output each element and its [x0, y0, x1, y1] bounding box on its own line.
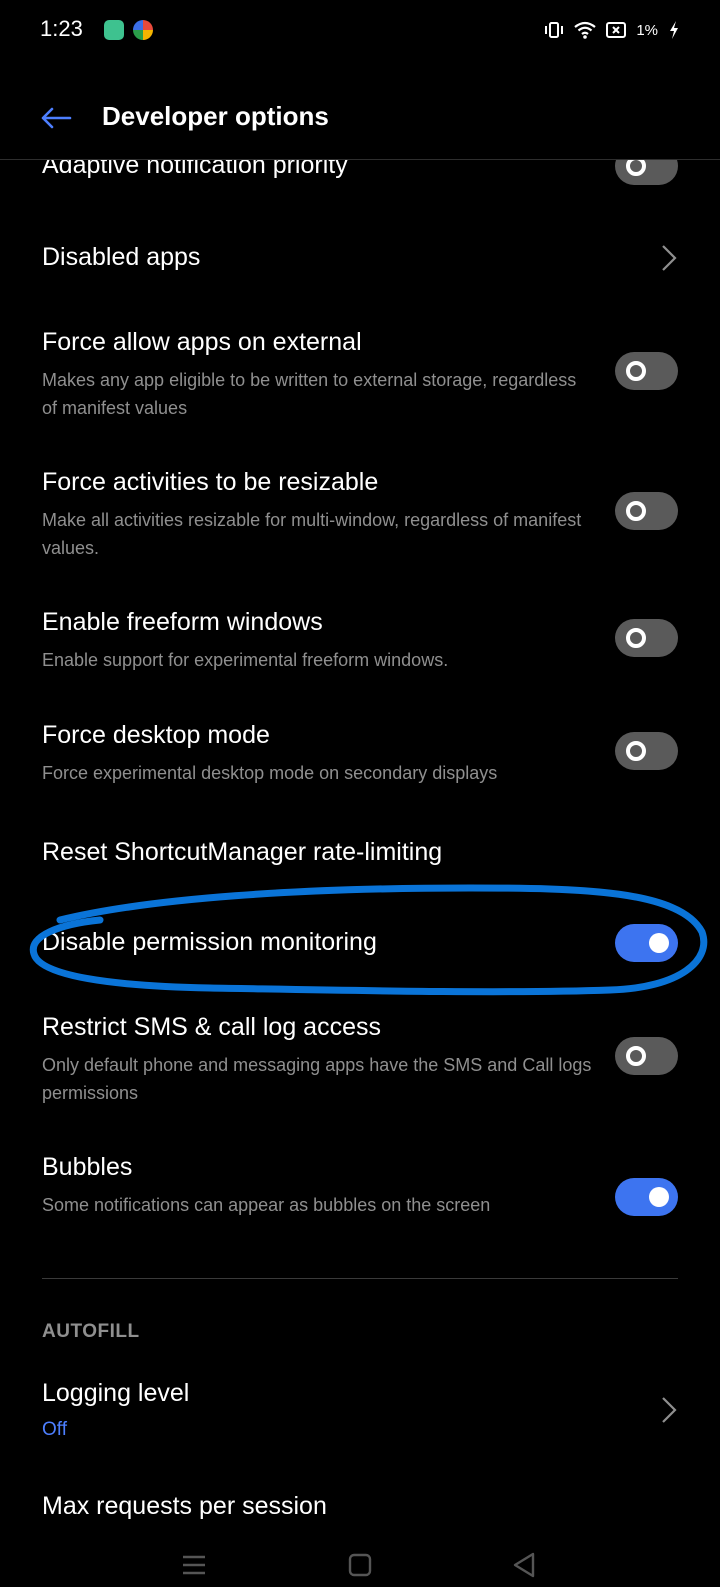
row-title: Bubbles [42, 1153, 133, 1181]
battery-icon [606, 22, 627, 38]
app-icon-colorful [133, 20, 153, 40]
page-title: Developer options [102, 101, 329, 131]
settings-row-logging-level[interactable]: Logging level Off [0, 1370, 720, 1450]
vibrate-icon [545, 22, 564, 38]
row-title: Force allow apps on external [42, 328, 362, 356]
settings-row-reset-shortcutmanager[interactable]: Reset ShortcutManager rate-limiting [0, 828, 720, 888]
row-title: Disabled apps [42, 243, 201, 271]
settings-row-disable-permission-monitoring[interactable]: Disable permission monitoring [0, 914, 720, 974]
charging-icon [670, 21, 678, 39]
settings-row-bubbles[interactable]: Bubbles Some notifications can appear as… [0, 1145, 720, 1235]
row-subtitle: Makes any app eligible to be written to … [42, 370, 577, 418]
row-title: Enable freeform windows [42, 608, 323, 636]
section-header-autofill: AUTOFILL [42, 1321, 140, 1342]
settings-row-max-requests[interactable]: Max requests per session [0, 1485, 720, 1525]
settings-row-force-desktop-mode[interactable]: Force desktop mode Force experimental de… [0, 713, 720, 803]
toggle-switch[interactable] [615, 924, 678, 962]
toggle-knob [626, 501, 646, 521]
row-subtitle: Make all activities resizable for multi-… [42, 510, 582, 558]
settings-row-disabled-apps[interactable]: Disabled apps [0, 230, 720, 290]
settings-row-force-resizable[interactable]: Force activities to be resizable Make al… [0, 460, 720, 570]
header-divider [0, 159, 720, 160]
toggle-knob [649, 933, 669, 953]
row-subtitle: Enable support for experimental freeform… [42, 650, 449, 670]
row-title: Max requests per session [42, 1492, 327, 1520]
toggle-switch[interactable] [615, 1037, 678, 1075]
row-subtitle: Only default phone and messaging apps ha… [42, 1055, 592, 1103]
back-triangle-icon[interactable] [504, 1550, 544, 1580]
row-subtitle: Some notifications can appear as bubbles… [42, 1195, 491, 1215]
status-right-group: 1% [544, 20, 680, 40]
row-value: Off [42, 1419, 67, 1440]
toggle-switch[interactable] [615, 1178, 678, 1216]
toggle-switch[interactable] [615, 492, 678, 530]
settings-row-restrict-sms[interactable]: Restrict SMS & call log access Only defa… [0, 1005, 720, 1115]
section-divider [42, 1278, 678, 1279]
toggle-switch[interactable] [615, 160, 678, 185]
battery-percent: 1% [636, 21, 658, 39]
row-title: Disable permission monitoring [42, 928, 377, 956]
toggle-knob [626, 741, 646, 761]
status-time: 1:23 [40, 16, 83, 41]
toggle-knob [649, 1187, 669, 1207]
row-title: Reset ShortcutManager rate-limiting [42, 838, 443, 866]
toggle-knob [626, 628, 646, 648]
toggle-switch[interactable] [615, 352, 678, 390]
row-title: Force desktop mode [42, 721, 270, 749]
app-icon-green [104, 20, 124, 40]
chevron-right-icon [662, 1397, 677, 1423]
back-button[interactable] [36, 100, 76, 136]
row-title: Restrict SMS & call log access [42, 1013, 381, 1041]
settings-row-freeform-windows[interactable]: Enable freeform windows Enable support f… [0, 600, 720, 690]
menu-icon[interactable] [174, 1550, 214, 1580]
row-title: Logging level [42, 1379, 190, 1407]
settings-row-adaptive-notification-priority[interactable]: Adaptive notification priority [0, 160, 720, 200]
back-arrow-icon [41, 107, 72, 129]
home-icon[interactable] [340, 1550, 380, 1580]
toggle-knob [626, 361, 646, 381]
toggle-knob [626, 1046, 646, 1066]
row-title: Adaptive notification priority [42, 160, 348, 179]
toggle-switch[interactable] [615, 732, 678, 770]
row-subtitle: Force experimental desktop mode on secon… [42, 763, 498, 783]
chevron-right-icon [662, 245, 677, 271]
toggle-knob [626, 160, 646, 176]
settings-row-force-allow-external[interactable]: Force allow apps on external Makes any a… [0, 320, 720, 430]
toggle-switch[interactable] [615, 619, 678, 657]
row-title: Force activities to be resizable [42, 468, 379, 496]
wifi-icon [574, 21, 596, 39]
